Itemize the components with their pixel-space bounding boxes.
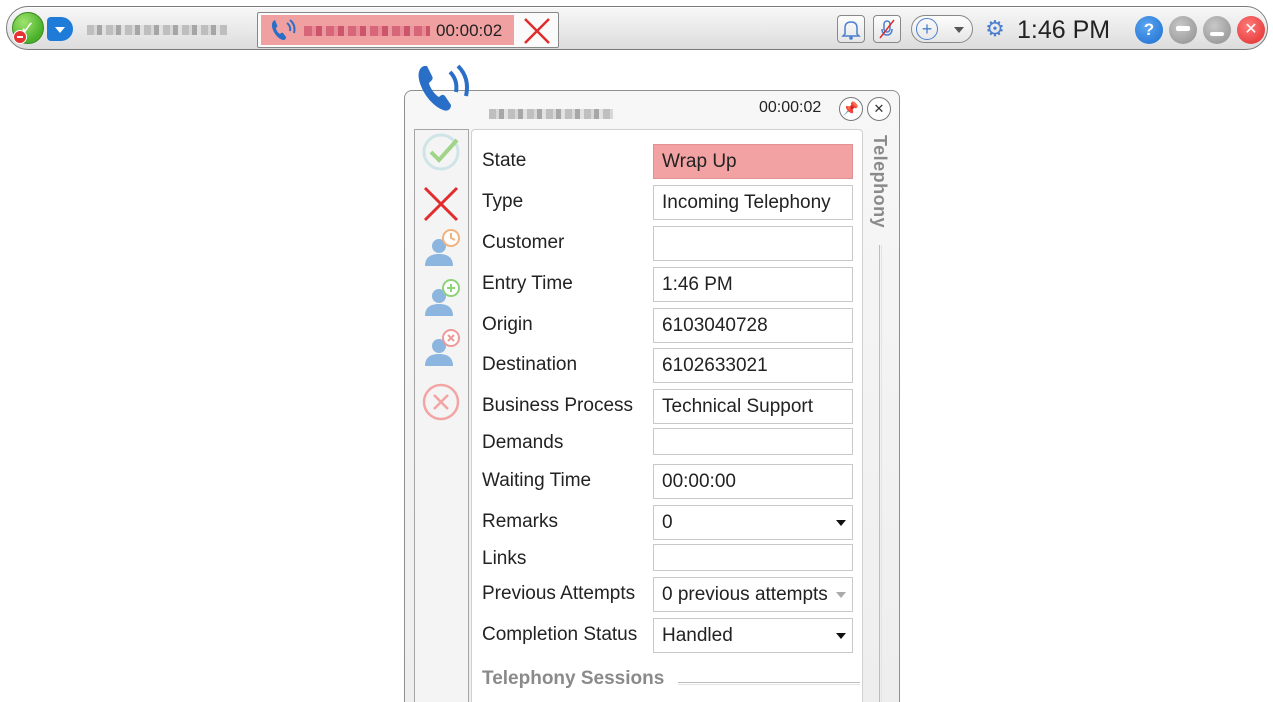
- demands-field[interactable]: [653, 428, 853, 455]
- remarks-value: 0: [662, 512, 673, 533]
- phone-ringing-icon: [268, 16, 298, 44]
- field-label: Remarks: [482, 511, 559, 532]
- field-label: Business Process: [482, 395, 634, 416]
- active-call-tile[interactable]: 00:00:02: [257, 12, 559, 48]
- section-divider: [678, 682, 860, 685]
- plus-icon: +: [916, 18, 938, 40]
- cancel-x-icon[interactable]: [419, 182, 463, 226]
- field-label: Origin: [482, 314, 533, 335]
- side-tab-divider: [879, 245, 882, 702]
- gear-icon[interactable]: ⚙: [981, 15, 1009, 43]
- panel-timer: 00:00:02: [759, 99, 822, 116]
- user-remove-icon[interactable]: [419, 326, 463, 370]
- field-label: Waiting Time: [482, 470, 592, 491]
- customer-field[interactable]: [653, 226, 853, 261]
- chevron-down-icon: [836, 633, 846, 639]
- field-label: Customer: [482, 232, 565, 253]
- business-process-field[interactable]: Technical Support: [653, 389, 853, 424]
- dialer-menu-button[interactable]: [47, 17, 73, 41]
- destination-field[interactable]: 6102633021: [653, 348, 853, 383]
- telephony-sessions-heading[interactable]: Telephony Sessions: [482, 668, 664, 690]
- chevron-down-icon: [836, 520, 846, 526]
- links-field[interactable]: [653, 544, 853, 571]
- field-label: Previous Attempts: [482, 583, 636, 604]
- complete-check-icon[interactable]: [419, 130, 463, 174]
- chevron-down-icon: [836, 592, 846, 598]
- minimize-button[interactable]: [1203, 16, 1231, 44]
- contact-detail-form: State Wrap Up Type Incoming Telephony Cu…: [471, 129, 863, 702]
- agent-name-redacted: [87, 25, 227, 35]
- chevron-down-icon: [954, 27, 964, 33]
- caller-name-redacted: [304, 26, 430, 36]
- close-button[interactable]: ✕: [1237, 16, 1265, 44]
- pin-icon[interactable]: 📌: [839, 97, 863, 121]
- completion-status-select[interactable]: Handled: [653, 618, 853, 653]
- field-label: State: [482, 150, 527, 171]
- user-add-icon[interactable]: [419, 276, 463, 320]
- type-field[interactable]: Incoming Telephony: [653, 185, 853, 220]
- waiting-time-field[interactable]: 00:00:00: [653, 464, 853, 499]
- field-label: Destination: [482, 354, 578, 375]
- call-timer: 00:00:02: [436, 21, 503, 40]
- restore-button[interactable]: [1169, 16, 1197, 44]
- top-toolbar: ✓ 00:00:02 + ⚙ 1:46 PM ? ✕: [6, 6, 1268, 50]
- state-field[interactable]: Wrap Up: [653, 144, 853, 179]
- panel-close-button[interactable]: ✕: [867, 97, 891, 121]
- origin-field[interactable]: 6103040728: [653, 308, 853, 343]
- action-strip: [414, 129, 469, 702]
- contact-panel: 00:00:02 📌 ✕ State Wrap Up Type Incoming…: [404, 90, 900, 702]
- previous-attempts-select[interactable]: 0 previous attempts: [653, 577, 853, 612]
- remarks-select[interactable]: 0: [653, 505, 853, 540]
- add-dropdown-button[interactable]: +: [911, 15, 973, 43]
- stop-circle-x-icon[interactable]: [419, 380, 463, 424]
- telephony-tab-label: Telephony: [870, 135, 890, 229]
- mute-microphone-icon[interactable]: [873, 15, 901, 43]
- clock: 1:46 PM: [1017, 16, 1111, 44]
- field-label: Demands: [482, 432, 564, 453]
- field-label: Completion Status: [482, 624, 638, 645]
- help-button[interactable]: ?: [1135, 16, 1163, 44]
- contact-name-redacted: [489, 109, 613, 119]
- presence-status-icon[interactable]: ✓: [12, 12, 44, 44]
- telephony-phone-icon: [410, 58, 474, 122]
- entry-time-field[interactable]: 1:46 PM: [653, 267, 853, 302]
- telephony-side-tab[interactable]: Telephony: [867, 135, 895, 255]
- hangup-close-icon[interactable]: [520, 14, 554, 48]
- field-label: Entry Time: [482, 273, 573, 294]
- user-schedule-icon[interactable]: [419, 226, 463, 270]
- field-label: Type: [482, 191, 524, 212]
- field-label: Links: [482, 548, 527, 569]
- completion-status-value: Handled: [662, 625, 733, 646]
- bell-icon[interactable]: [837, 15, 865, 43]
- previous-attempts-value: 0 previous attempts: [662, 584, 828, 605]
